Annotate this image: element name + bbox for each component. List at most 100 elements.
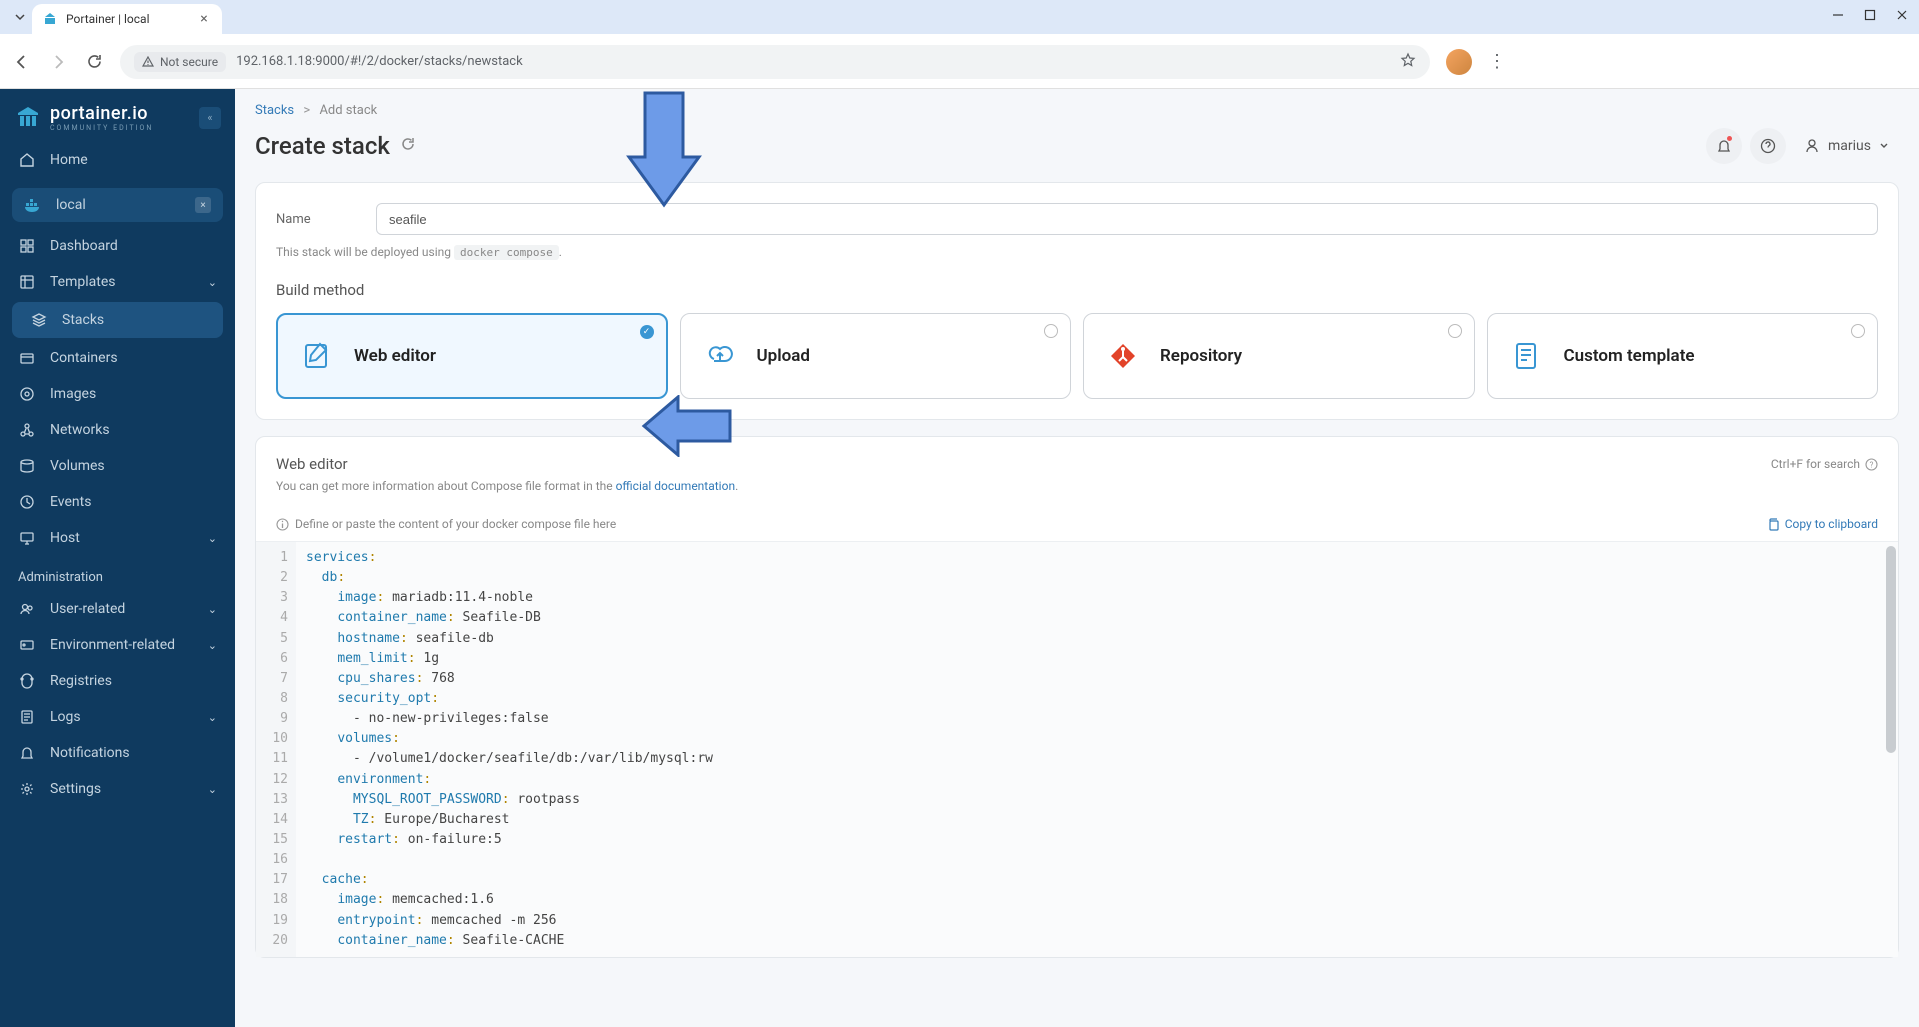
name-input[interactable] xyxy=(376,203,1878,235)
env-header[interactable]: local × xyxy=(12,188,223,222)
forward-button[interactable] xyxy=(48,52,68,72)
nav-home[interactable]: Home xyxy=(0,142,235,178)
chevron-down-icon: ⌄ xyxy=(208,783,217,796)
name-label: Name xyxy=(276,212,356,227)
nav-item-networks[interactable]: Networks xyxy=(0,412,235,448)
user-name: marius xyxy=(1828,138,1871,154)
networks-icon xyxy=(18,421,36,439)
nav-item-settings[interactable]: Settings ⌄ xyxy=(0,771,235,807)
nav-item-events[interactable]: Events xyxy=(0,484,235,520)
images-icon xyxy=(18,385,36,403)
host-icon xyxy=(18,529,36,547)
maximize-button[interactable] xyxy=(1861,6,1879,24)
web-editor-panel: Web editor Ctrl+F for search ? You can g… xyxy=(255,436,1899,958)
browser-nav-bar: Not secure 192.168.1.18:9000/#!/2/docker… xyxy=(0,34,1919,89)
security-chip[interactable]: Not secure xyxy=(134,52,226,72)
portainer-logo-icon xyxy=(14,104,42,132)
back-button[interactable] xyxy=(12,52,32,72)
method-radio xyxy=(1044,324,1058,338)
minimize-button[interactable] xyxy=(1829,6,1847,24)
nav-label: Environment-related xyxy=(50,637,175,653)
nav-label: Notifications xyxy=(50,745,130,761)
nav-item-templates[interactable]: Templates⌄ xyxy=(0,264,235,300)
registries-icon xyxy=(18,672,36,690)
close-window-button[interactable] xyxy=(1893,6,1911,24)
tab-close-button[interactable]: × xyxy=(196,11,212,27)
method-icon xyxy=(298,337,336,375)
browser-menu-button[interactable]: ⋮ xyxy=(1488,51,1506,72)
editor-title: Web editor xyxy=(276,455,348,473)
help-icon: ? xyxy=(1865,458,1878,471)
chevron-down-icon xyxy=(1879,141,1889,151)
nav-label: Networks xyxy=(50,422,110,438)
reload-button[interactable] xyxy=(84,52,104,72)
profile-button[interactable] xyxy=(1446,49,1472,75)
stacks-icon xyxy=(30,311,48,329)
search-hint: Ctrl+F for search ? xyxy=(1771,457,1878,471)
method-card-web-editor[interactable]: Web editor xyxy=(276,313,668,399)
chevron-down-icon: ⌄ xyxy=(208,639,217,652)
dashboard-icon xyxy=(18,237,36,255)
nav-label: Host xyxy=(50,530,80,546)
code-body[interactable]: services: db: image: mariadb:11.4-noble … xyxy=(296,542,1898,957)
copy-icon xyxy=(1767,518,1780,531)
nav-item-environment-related[interactable]: Environment-related ⌄ xyxy=(0,627,235,663)
copy-to-clipboard-button[interactable]: Copy to clipboard xyxy=(1767,517,1878,531)
nav-label: Dashboard xyxy=(50,238,118,254)
breadcrumb: Stacks > Add stack xyxy=(255,103,1899,118)
method-card-repository[interactable]: Repository xyxy=(1083,313,1475,399)
docker-icon xyxy=(24,196,42,214)
bookmark-button[interactable] xyxy=(1400,52,1416,72)
nav-item-registries[interactable]: Registries xyxy=(0,663,235,699)
code-editor[interactable]: 1234567891011121314151617181920 services… xyxy=(256,541,1898,957)
tab-title: Portainer | local xyxy=(66,12,188,26)
nav-item-containers[interactable]: Containers xyxy=(0,340,235,376)
chevron-down-icon: ⌄ xyxy=(208,711,217,724)
nav-label: Home xyxy=(50,152,88,168)
notifications-button[interactable] xyxy=(1706,128,1742,164)
nav-item-volumes[interactable]: Volumes xyxy=(0,448,235,484)
breadcrumb-current: Add stack xyxy=(319,103,377,118)
nav-item-images[interactable]: Images xyxy=(0,376,235,412)
nav-label: Settings xyxy=(50,781,101,797)
logo-text: portainer.io COMMUNITY EDITION xyxy=(50,103,153,132)
url-bar[interactable]: Not secure 192.168.1.18:9000/#!/2/docker… xyxy=(120,45,1430,79)
nav-item-logs[interactable]: Logs⌄ xyxy=(0,699,235,735)
method-icon xyxy=(1508,337,1546,375)
method-icon xyxy=(701,337,739,375)
nav-label: Registries xyxy=(50,673,112,689)
nav-item-dashboard[interactable]: Dashboard xyxy=(0,228,235,264)
tab-strip: Portainer | local × xyxy=(0,0,1919,34)
nav-item-stacks[interactable]: Stacks xyxy=(12,302,223,338)
tab-search-button[interactable] xyxy=(8,5,32,29)
browser-tab[interactable]: Portainer | local × xyxy=(32,4,222,34)
chevron-down-icon: ⌄ xyxy=(208,532,217,545)
security-label: Not secure xyxy=(160,55,218,69)
admin-section-label: Administration xyxy=(0,556,235,591)
templates-icon xyxy=(18,273,36,291)
method-radio xyxy=(1851,324,1865,338)
editor-scrollbar[interactable] xyxy=(1886,546,1896,753)
help-icon xyxy=(1760,138,1776,154)
breadcrumb-root[interactable]: Stacks xyxy=(255,103,294,118)
window-controls xyxy=(1829,6,1911,24)
nav-item-user-related[interactable]: User-related⌄ xyxy=(0,591,235,627)
help-button[interactable] xyxy=(1750,128,1786,164)
method-radio xyxy=(1448,324,1462,338)
sidebar-collapse-button[interactable]: « xyxy=(199,107,221,129)
nav-label: Stacks xyxy=(62,312,104,328)
env-close-button[interactable]: × xyxy=(195,197,211,213)
refresh-button[interactable] xyxy=(400,136,416,156)
nav-label: Images xyxy=(50,386,96,402)
warning-icon xyxy=(142,56,154,68)
nav-item-host[interactable]: Host ⌄ xyxy=(0,520,235,556)
method-card-upload[interactable]: Upload xyxy=(680,313,1072,399)
user-menu[interactable]: marius xyxy=(1794,132,1899,160)
docs-link[interactable]: official documentation xyxy=(616,479,736,493)
nav-item-notifications[interactable]: Notifications xyxy=(0,735,235,771)
browser-chrome: Portainer | local × Not secure 192.168.1… xyxy=(0,0,1919,89)
method-title: Upload xyxy=(757,346,810,366)
method-card-custom-template[interactable]: Custom template xyxy=(1487,313,1879,399)
chevron-down-icon: ⌄ xyxy=(208,276,217,289)
logs-icon xyxy=(18,708,36,726)
